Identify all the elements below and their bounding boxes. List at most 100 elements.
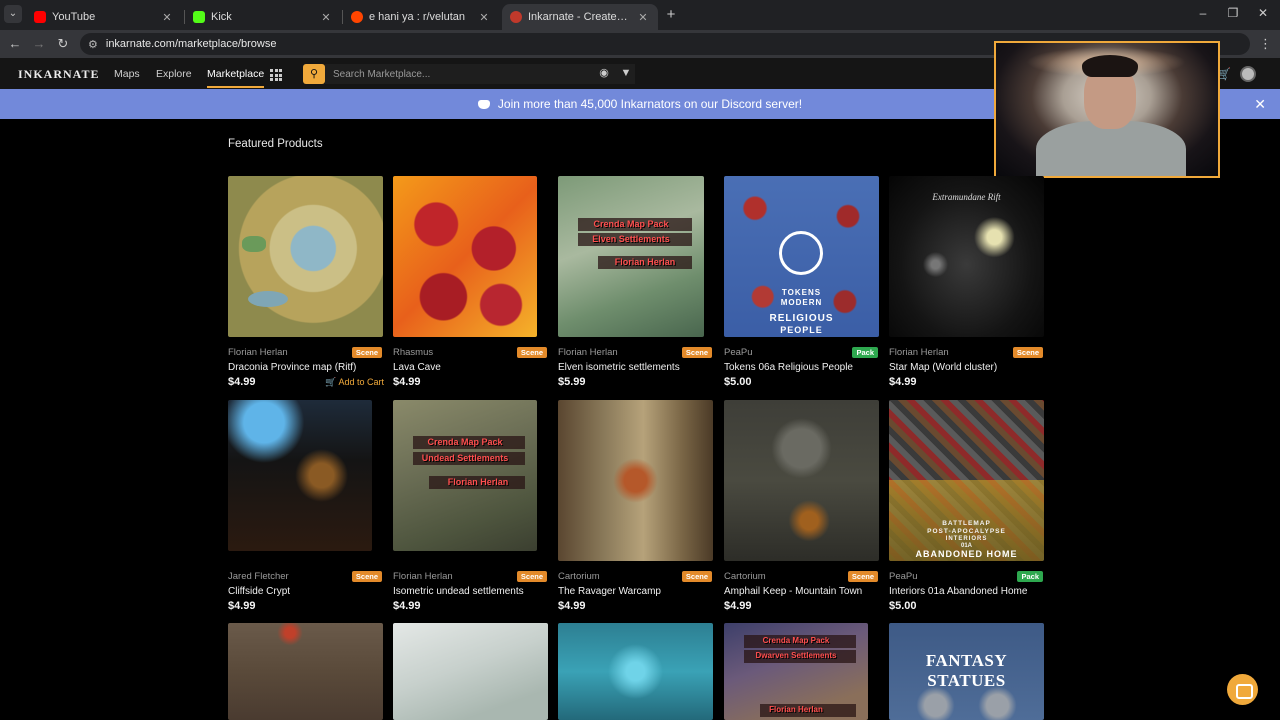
product-creator[interactable]: Florian Herlan [889,347,949,358]
product-creator[interactable]: Cartorium [558,571,600,582]
product-creator[interactable]: Rhasmus [393,347,433,358]
product-creator[interactable]: PeaPu [724,347,753,358]
apps-grid-icon[interactable] [270,69,282,81]
user-avatar[interactable] [1240,66,1256,82]
site-info-icon[interactable]: ⚙ [88,38,98,51]
tab-search-icon[interactable]: ⌄ [4,5,22,23]
inkarnate-favicon-icon [510,11,522,23]
product-name[interactable]: Isometric undead settlements [393,586,524,597]
product-thumbnail[interactable] [558,400,713,561]
thumbnail-caption: BATTLEMAP [942,520,991,527]
close-tab-icon[interactable]: ✕ [160,11,174,24]
thumbnail-caption: TOKENS [781,288,822,297]
browser-menu-icon[interactable]: ⋮ [1259,36,1272,52]
close-tab-icon[interactable]: ✕ [319,11,333,24]
product-card[interactable]: Cartorium Scene Amphail Keep - Mountain … [724,400,880,612]
product-badge: Scene [681,347,712,358]
product-name[interactable]: Amphail Keep - Mountain Town [724,586,862,597]
restore-icon[interactable]: ❐ [1223,6,1243,20]
new-tab-icon[interactable]: + [662,6,680,24]
product-thumbnail[interactable] [228,400,372,551]
close-tab-icon[interactable]: ✕ [477,11,491,24]
browser-tab-kick[interactable]: Kick ✕ [185,4,341,30]
product-name[interactable]: Tokens 06a Religious People [724,362,853,373]
product-thumbnail[interactable]: FANTASY STATUES [889,623,1044,720]
product-name[interactable]: Interiors 01a Abandoned Home [889,586,1027,597]
product-card[interactable]: Rhasmus Scene Lava Cave $4.99 [393,176,549,388]
image-search-icon[interactable]: ◉ [596,65,612,81]
product-thumbnail[interactable]: BATTLEMAP POST-APOCALYPSE INTERIORS 01A … [889,400,1044,561]
marketplace-search-input[interactable] [325,64,635,84]
product-card[interactable] [558,623,714,720]
thumbnail-caption: Crenda Map Pack [762,636,830,645]
product-creator[interactable]: Cartorium [724,571,766,582]
close-tab-icon[interactable]: ✕ [636,11,650,24]
product-thumbnail[interactable] [393,176,537,337]
thumbnail-caption: MODERN [780,298,823,307]
forward-icon[interactable]: → [30,36,48,52]
product-thumbnail[interactable]: TOKENS MODERN RELIGIOUS PEOPLE [724,176,879,337]
product-card[interactable]: Jared Fletcher Scene Cliffside Crypt $4.… [228,400,384,612]
tab-title: Kick [211,11,232,23]
browser-tab-reddit[interactable]: e hani ya : r/velutan ✕ [343,4,499,30]
product-thumbnail[interactable]: Crenda Map Pack Undead Settlements Flori… [393,400,537,551]
filter-icon[interactable]: ▼ [618,65,634,81]
product-price: $4.99 [724,600,752,612]
nav-maps[interactable]: Maps [114,68,140,80]
product-creator[interactable]: Florian Herlan [228,347,288,358]
browser-tab-inkarnate[interactable]: Inkarnate - Create Fantasy Maps ✕ [502,4,658,30]
product-price: $4.99 [393,600,421,612]
product-card[interactable] [393,623,549,720]
thumbnail-caption: Florian Herlan [614,257,676,267]
product-price: $4.99 [889,376,917,388]
thumbnail-caption: Extramundane Rift [932,192,1001,202]
product-card[interactable]: Crenda Map Pack Dwarven Settlements Flor… [724,623,880,720]
support-chat-icon[interactable] [1227,674,1258,705]
inkarnate-logo[interactable]: INKARNATE [18,67,99,82]
product-card[interactable]: FANTASY STATUES [889,623,1045,720]
thumbnail-caption: Crenda Map Pack [427,437,503,447]
thumbnail-caption: ABANDONED HOME [915,549,1018,559]
product-name[interactable]: Draconia Province map (Ritf) [228,362,356,373]
product-thumbnail[interactable]: Crenda Map Pack Dwarven Settlements Flor… [724,623,868,720]
product-creator[interactable]: Jared Fletcher [228,571,289,582]
product-card[interactable]: Florian Herlan Scene Draconia Province m… [228,176,384,388]
product-name[interactable]: Lava Cave [393,362,441,373]
close-window-icon[interactable]: ✕ [1253,6,1273,20]
browser-tabbar: ⌄ YouTube ✕ Kick ✕ e hani ya : r/velutan… [0,0,1280,30]
product-card[interactable]: Cartorium Scene The Ravager Warcamp $4.9… [558,400,714,612]
minimize-icon[interactable]: – [1193,6,1213,20]
product-name[interactable]: Elven isometric settlements [558,362,680,373]
product-creator[interactable]: Florian Herlan [558,347,618,358]
search-icon[interactable]: ⚲ [303,64,325,84]
product-creator[interactable]: PeaPu [889,571,918,582]
section-title: Featured Products [228,138,323,150]
product-thumbnail[interactable] [228,176,383,337]
close-banner-icon[interactable]: ✕ [1254,96,1266,113]
product-card[interactable]: TOKENS MODERN RELIGIOUS PEOPLE PeaPu Pac… [724,176,880,388]
product-name[interactable]: The Ravager Warcamp [558,586,661,597]
add-to-cart-button[interactable]: 🛒 Add to Cart [325,377,384,388]
nav-marketplace[interactable]: Marketplace [207,68,265,88]
product-card[interactable]: Extramundane Rift Florian Herlan Scene S… [889,176,1045,388]
product-badge: Scene [351,347,382,358]
nav-explore[interactable]: Explore [156,68,192,80]
product-card[interactable]: BATTLEMAP POST-APOCALYPSE INTERIORS 01A … [889,400,1045,612]
product-name[interactable]: Star Map (World cluster) [889,362,997,373]
reload-icon[interactable]: ↻ [54,36,72,52]
product-thumbnail[interactable] [393,623,548,720]
product-thumbnail[interactable] [724,400,879,561]
thumbnail-caption: Florian Herlan [769,705,823,714]
product-card[interactable]: Crenda Map Pack Elven Settlements Floria… [558,176,714,388]
browser-tab-youtube[interactable]: YouTube ✕ [26,4,182,30]
product-thumbnail[interactable]: Extramundane Rift [889,176,1044,337]
product-thumbnail[interactable]: Crenda Map Pack Elven Settlements Floria… [558,176,704,337]
product-thumbnail[interactable] [228,623,383,720]
product-thumbnail[interactable] [558,623,713,720]
product-card[interactable]: Crenda Map Pack Undead Settlements Flori… [393,400,549,612]
back-icon[interactable]: ← [6,36,24,52]
tab-title: YouTube [52,11,96,23]
product-creator[interactable]: Florian Herlan [393,571,453,582]
product-name[interactable]: Cliffside Crypt [228,586,290,597]
product-card[interactable] [228,623,384,720]
